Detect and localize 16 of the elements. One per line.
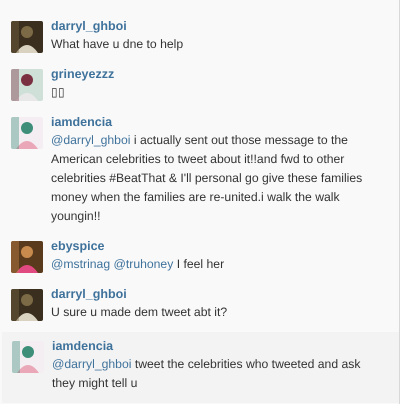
username-link[interactable]: ebyspice <box>51 238 105 255</box>
comment-text: U sure u made dem tweet abt it? <box>51 304 228 321</box>
mention-link[interactable]: @darryl_ghboi <box>52 357 132 371</box>
comment-text: @darryl_ghboi tweet the celebrities who tweeted and ask they might tell u <box>52 356 362 392</box>
comment-text: What have u dne to help <box>51 36 184 53</box>
mention-link[interactable]: @darryl_ghboi <box>51 133 130 147</box>
username-link[interactable]: grineyezzz <box>51 66 114 83</box>
comment-text: @mstrinag @truhoney I feel her <box>51 256 226 273</box>
username-link[interactable]: darryl_ghboi <box>51 286 127 303</box>
mention-link[interactable]: @mstrinag <box>51 257 110 271</box>
username-link[interactable]: darryl_ghboi <box>51 18 127 35</box>
comment-text: ▯▯ <box>51 84 66 101</box>
username-link[interactable]: iamdencia <box>52 338 114 355</box>
comment-text: @darryl_ghboi i actually sent out those message to the American celebrities to tweet about it!!and fwd to other celebrities #BeatThat & I'll personal go give these families money when the families are re-united.i walk the walk youngin!! <box>51 132 364 225</box>
mention-link[interactable]: @truhoney <box>114 257 174 271</box>
username-link[interactable]: iamdencia <box>51 114 112 131</box>
